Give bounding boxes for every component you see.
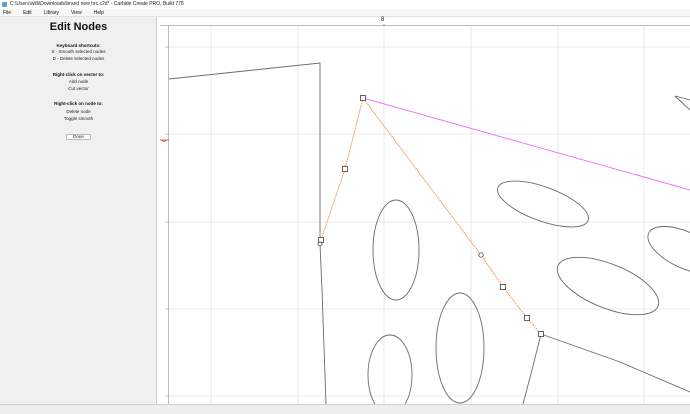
design-canvas[interactable] bbox=[169, 26, 690, 404]
app-icon bbox=[2, 2, 7, 7]
ruler-label: 8 bbox=[381, 17, 385, 23]
menu-library[interactable]: Library bbox=[44, 9, 59, 17]
circle-node-icon bbox=[317, 241, 323, 247]
square-node-icon bbox=[360, 95, 366, 101]
node-toggle-smooth: Toggle smooth bbox=[63, 116, 94, 121]
vector-oval-3 bbox=[367, 334, 413, 404]
panel-title: Edit Nodes bbox=[49, 21, 108, 33]
square-node-icon bbox=[500, 284, 506, 290]
square-node-icon bbox=[318, 237, 324, 243]
vector-lower-left bbox=[319, 243, 327, 404]
menu-edit[interactable]: Edit bbox=[23, 9, 32, 17]
vector-leaf-2 bbox=[556, 256, 660, 316]
vector-oval-2 bbox=[435, 292, 485, 404]
vector-oval-1 bbox=[372, 199, 420, 301]
square-node-icon bbox=[538, 331, 544, 337]
selected-vector-path bbox=[320, 96, 542, 335]
shortcut-smooth: S - Smooth selected nodes bbox=[51, 49, 106, 54]
square-node-icon bbox=[524, 315, 530, 321]
node-rightclick-heading: Right-click on node to: bbox=[54, 101, 103, 106]
status-strip bbox=[0, 404, 690, 414]
menu-bar: File Edit Library View Help bbox=[0, 9, 690, 17]
vertical-ruler-ticks bbox=[165, 46, 169, 397]
node-handles bbox=[317, 95, 544, 337]
vector-leaf-3 bbox=[647, 226, 690, 274]
node-delete: Delete node bbox=[66, 109, 91, 114]
vector-top-right bbox=[674, 95, 690, 111]
menu-help[interactable]: Help bbox=[94, 9, 104, 17]
keyboard-shortcuts-heading: Keyboard shortcuts: bbox=[56, 43, 101, 48]
vector-bottom-right bbox=[540, 333, 690, 393]
vector-add-node: Add node bbox=[68, 79, 89, 84]
edit-nodes-panel: Edit Nodes Keyboard shortcuts: S - Smoot… bbox=[0, 17, 157, 404]
vector-upper-left bbox=[169, 62, 321, 242]
magenta-toolpath-line bbox=[362, 97, 690, 191]
vector-leaf-1 bbox=[497, 180, 589, 228]
vertical-ruler bbox=[160, 26, 169, 404]
menu-file[interactable]: File bbox=[3, 9, 11, 17]
horizontal-ruler: 8 bbox=[160, 17, 690, 30]
vector-rightclick-heading: Right-click on vector to: bbox=[52, 72, 105, 77]
shortcut-delete: D - Delete selected nodes bbox=[52, 56, 105, 61]
circle-node-icon bbox=[478, 252, 484, 258]
done-button[interactable]: Done bbox=[66, 134, 91, 140]
menu-view[interactable]: View bbox=[71, 9, 82, 17]
canvas-grid bbox=[169, 26, 690, 404]
canvas-drawing[interactable] bbox=[169, 26, 690, 404]
square-node-icon bbox=[342, 166, 348, 172]
vector-lower-right bbox=[522, 333, 542, 404]
vector-cut: Cut vector bbox=[68, 86, 89, 91]
